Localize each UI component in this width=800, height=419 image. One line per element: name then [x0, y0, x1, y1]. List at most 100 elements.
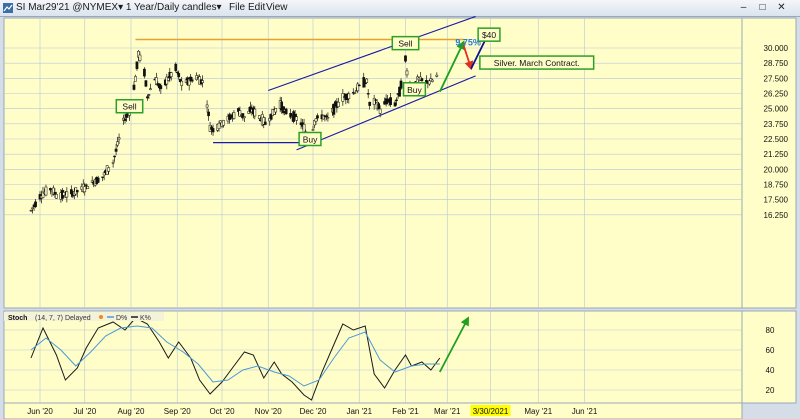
- candle-body: [102, 172, 106, 176]
- date-axis: [3, 402, 743, 419]
- candle-body: [159, 85, 163, 90]
- sell-label: Sell: [122, 102, 136, 112]
- price-tick-label: 27.500: [764, 74, 789, 83]
- candle-body: [337, 101, 340, 108]
- price-tick-label: 18.750: [764, 181, 789, 190]
- stoch-tick-label: 40: [766, 366, 775, 375]
- stoch-tick-label: 20: [766, 386, 775, 395]
- candle-body: [107, 167, 110, 172]
- candle-body: [363, 82, 367, 85]
- candle-body: [243, 116, 246, 118]
- candle-body: [405, 70, 409, 76]
- candle-body: [138, 54, 142, 61]
- candle-body: [125, 114, 128, 118]
- candle-body: [293, 113, 297, 117]
- candle-body: [374, 99, 378, 101]
- chart-area: Sell Buy Sell Buy $40 Silver. March Contract.…: [3, 16, 797, 419]
- candle-body: [29, 209, 33, 212]
- candle-body: [117, 137, 121, 140]
- minimize-button[interactable]: –: [737, 2, 750, 13]
- candle-body: [211, 128, 215, 133]
- candle-body: [217, 123, 221, 129]
- candle-body: [284, 108, 288, 115]
- candle-body: [180, 80, 184, 86]
- date-tick-label: Nov '20: [255, 407, 282, 416]
- stoch-params: (14, 7, 7) Delayed: [35, 315, 91, 322]
- candle-body: [132, 84, 136, 90]
- date-tick-label: Dec '20: [300, 407, 327, 416]
- candle-body: [65, 191, 69, 198]
- candle-body: [325, 115, 328, 118]
- candle-body: [311, 129, 315, 131]
- price-tick-label: 17.500: [764, 196, 789, 205]
- menu-view[interactable]: View: [266, 0, 288, 16]
- candle-body: [377, 103, 380, 109]
- candle-body: [257, 115, 261, 119]
- candle-body: [368, 101, 372, 106]
- candle-body: [228, 114, 231, 120]
- candle-body: [362, 77, 366, 88]
- candle-body: [169, 72, 173, 77]
- price-tick-label: 16.250: [764, 211, 789, 220]
- date-tick-label: 3/30/2021: [473, 407, 509, 416]
- candle-body: [399, 80, 403, 89]
- candle-body: [83, 186, 87, 193]
- candle-body: [116, 141, 119, 146]
- candle-body: [147, 94, 151, 96]
- target-label: $40: [482, 30, 496, 40]
- candle-body: [44, 186, 48, 196]
- date-tick-label: Jul '20: [73, 407, 96, 416]
- candle-body: [111, 162, 115, 164]
- price-tick-label: 21.250: [764, 150, 789, 159]
- price-tick-label: 20.000: [764, 165, 789, 174]
- candle-body: [365, 78, 369, 83]
- price-tick-label: 22.500: [764, 135, 789, 144]
- date-tick-label: Mar '21: [434, 407, 461, 416]
- candle-body: [232, 112, 236, 119]
- candle-body: [146, 96, 149, 99]
- stoch-tick-label: 60: [766, 346, 775, 355]
- candle-body: [378, 108, 382, 114]
- chart-window: SI Mar29'21 @NYMEX▾ 1 Year/Daily candles…: [0, 0, 800, 419]
- candle-body: [314, 118, 318, 122]
- price-tick-label: 28.750: [764, 59, 789, 68]
- candle-body: [143, 68, 146, 77]
- candle-body: [144, 80, 148, 87]
- window-title[interactable]: SI Mar29'21 @NYMEX▾ 1 Year/Daily candles…: [16, 0, 222, 16]
- stoch-tick-label: 80: [766, 326, 775, 335]
- candle-body: [101, 176, 105, 178]
- candle-body: [34, 201, 37, 208]
- stoch-panel: [3, 310, 743, 404]
- date-tick-label: May '21: [524, 407, 552, 416]
- candle-body: [295, 116, 298, 121]
- price-tick-label: 23.750: [764, 120, 789, 129]
- date-tick-label: Jun '20: [27, 407, 53, 416]
- candle-body: [222, 120, 225, 126]
- candle-body: [31, 207, 34, 209]
- candle-body: [274, 108, 278, 113]
- restore-button[interactable]: □: [756, 2, 769, 13]
- candle-body: [190, 79, 194, 82]
- date-tick-label: Feb '21: [392, 407, 419, 416]
- menu-edit[interactable]: Edit: [248, 0, 265, 16]
- candle-body: [395, 99, 398, 101]
- candle-body: [389, 97, 392, 105]
- candle-body: [175, 71, 179, 74]
- candle-body: [404, 55, 407, 62]
- contract-label: Silver. March Contract.: [494, 58, 580, 68]
- candle-body: [55, 194, 58, 199]
- candle-body: [372, 98, 376, 105]
- candle-body: [123, 118, 127, 121]
- candle-body: [435, 74, 439, 77]
- stoch-legend: Stoch (14, 7, 7) Delayed D% K%: [4, 312, 164, 322]
- menu-file[interactable]: File: [229, 0, 245, 16]
- candle-body: [357, 84, 361, 87]
- candle-body: [393, 102, 397, 107]
- buy-label: Buy: [303, 135, 318, 145]
- price-tick-label: 26.250: [764, 90, 789, 99]
- stoch-d-label: D%: [116, 315, 127, 322]
- date-tick-label: Sep '20: [164, 407, 191, 416]
- candle-body: [174, 63, 178, 71]
- candle-body: [366, 93, 370, 95]
- close-button[interactable]: ✕: [775, 2, 788, 13]
